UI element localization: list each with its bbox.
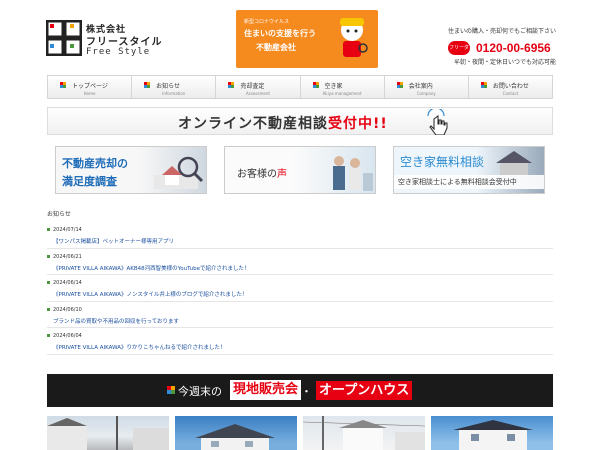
news-item: 2024/07/14 【ワンパス掲載店】ペットオーナー様専用アプリ — [47, 222, 553, 249]
nav-square-icon — [60, 82, 66, 88]
covid-banner-line1: 新型コロナウイルス — [244, 19, 290, 25]
akiya-free-consult-banner[interactable]: 空き家無料相談 空き家相談士による無料相談会受付中 — [393, 146, 545, 194]
nav-label-en: Assessment — [245, 91, 270, 96]
contact-tagline: 住まいの購入・売却何でもご相談下さい — [447, 28, 556, 35]
nav-label-jp: トップページ — [72, 83, 108, 90]
nav-label-jp: 空き家 — [324, 83, 343, 90]
feature-banners: 不動産売却の 満足度調査 お客様の声 空き家無料相談 空き家相談士による無料相談… — [55, 146, 545, 196]
property-photo[interactable] — [47, 416, 169, 450]
house-photo-icon — [303, 416, 425, 450]
nav-square-icon — [396, 82, 403, 88]
open-house-this-weekend: 今週末の — [178, 385, 222, 398]
house-photo-icon — [195, 424, 275, 450]
online-banner-text: オンライン不動産相談受付中!! — [178, 113, 388, 133]
online-banner-main: オンライン不動産相談 — [178, 116, 328, 132]
nav-label-jp: お問い合わせ — [492, 83, 529, 90]
mascot-character-icon — [340, 18, 368, 57]
open-house-onsite-sale: 現地販売会 — [230, 380, 302, 400]
open-house-label: オープンハウス — [316, 381, 413, 400]
akiya-house-icon — [496, 151, 532, 177]
logo-mark-icon — [46, 20, 82, 56]
akiya-banner-title: 空き家無料相談 — [400, 155, 485, 169]
online-banner-red: 受付中!! — [328, 116, 388, 132]
customer-voice-red: 声 — [277, 169, 287, 180]
survey-banner-line1: 不動産売却の — [62, 157, 128, 170]
nav-item-akiya[interactable]: 空き家 Akiya management — [301, 76, 385, 98]
survey-banner-line2: 満足度調査 — [62, 175, 117, 188]
news-date: 2024/06/04 — [47, 333, 82, 339]
nav-item-assessment[interactable]: 売却査定 Assessment — [216, 76, 301, 98]
nav-label-en: Company — [416, 91, 436, 96]
house-photo-icon — [453, 420, 533, 450]
news-heading: お知らせ — [47, 211, 71, 218]
nav-label-en: Contact — [502, 91, 519, 96]
covid-banner-line3: 不動産会社 — [256, 43, 296, 52]
nav-label-en: Home — [83, 91, 96, 96]
open-house-banner[interactable]: 今週末の 現地販売会 ・ オープンハウス — [47, 374, 553, 407]
news-link[interactable]: 【ワンパス掲載店】ペットオーナー様専用アプリ — [53, 237, 174, 245]
news-date: 2024/07/14 — [47, 227, 82, 233]
customer-voice-pre: お客様の — [237, 169, 277, 180]
nav-item-information[interactable]: お知らせ Information — [132, 76, 217, 98]
property-photo[interactable] — [303, 416, 425, 450]
news-date: 2024/06/10 — [47, 306, 82, 313]
magnifier-house-icon — [154, 156, 204, 189]
news-item: 2024/06/14 《PRIVATE VILLA AIKAWA》ノンスタイル井… — [47, 275, 553, 302]
covid-banner-line2: 住まいの支援を行う — [244, 29, 316, 38]
news-date: 2024/06/14 — [47, 280, 82, 286]
pointing-hand-icon — [427, 109, 448, 135]
customer-voice-text: お客様の声 — [237, 165, 287, 180]
house-photo-icon — [47, 416, 169, 450]
customer-voice-banner[interactable]: お客様の声 — [224, 146, 376, 194]
nav-item-home[interactable]: トップページ Home — [48, 76, 133, 98]
news-item: 2024/06/21 《PRIVATE VILLA AIKAWA》AKB48河西… — [47, 249, 553, 275]
online-consultation-banner[interactable]: オンライン不動産相談受付中!! — [47, 107, 553, 135]
nav-item-company[interactable]: 会社案内 Company — [385, 76, 469, 98]
nav-item-contact[interactable]: お問い合わせ Contact — [469, 76, 552, 98]
open-house-square-icon — [167, 386, 175, 394]
covid-support-banner[interactable]: 新型コロナウイルス 住まいの支援を行う 不動産会社 — [236, 10, 378, 68]
nav-label-jp: お知らせ — [156, 83, 181, 90]
news-link[interactable]: 《PRIVATE VILLA AIKAWA》AKB48河西智美様のYouTube… — [53, 264, 250, 272]
phone-row[interactable]: フリーダイヤル 0120-00-6956 — [446, 39, 556, 65]
property-photo[interactable] — [431, 416, 553, 450]
free-dial-icon: フリーダイヤル — [448, 41, 470, 65]
property-photo[interactable] — [175, 416, 297, 450]
akiya-banner-subtitle: 空き家相談士による無料相談会受付中 — [398, 178, 517, 186]
news-date: 2024/06/21 — [47, 253, 82, 260]
news-link[interactable]: 《PRIVATE VILLA AIKAWA》ノンスタイル井上様のブログで紹介され… — [53, 290, 247, 298]
phone-number[interactable]: 0120-00-6956 — [476, 41, 551, 55]
nav-label-en: Akiya management — [322, 91, 362, 96]
open-house-separator: ・ — [301, 385, 312, 398]
news-link[interactable]: ブランド品の買取や不用品の回収を行っております — [53, 317, 179, 325]
nav-square-icon — [312, 82, 319, 88]
nav-square-icon — [480, 82, 487, 88]
company-logo[interactable]: 株式会社 フリースタイル Free Style — [46, 18, 176, 60]
property-photos — [47, 416, 553, 450]
news-list: 2024/07/14 【ワンパス掲載店】ペットオーナー様専用アプリ 2024/0… — [47, 222, 553, 355]
nav-label-en: Information — [162, 91, 186, 96]
global-nav: トップページ Home お知らせ Information 売却査定 Assess… — [47, 75, 553, 99]
logo-brand-en: Free Style — [86, 47, 151, 57]
nav-label-jp: 売却査定 — [240, 83, 265, 90]
nav-label-jp: 会社案内 — [408, 83, 433, 90]
nav-square-icon — [228, 82, 235, 88]
customers-photo-icon — [333, 156, 373, 191]
contact-box: 住まいの購入・売却何でもご相談下さい フリーダイヤル 0120-00-6956 … — [446, 26, 556, 66]
news-item: 2024/06/04 《PRIVATE VILLA AIKAWA》りかりこちゃん… — [47, 328, 553, 355]
satisfaction-survey-banner[interactable]: 不動産売却の 満足度調査 — [55, 146, 207, 194]
news-item: 2024/06/10 ブランド品の買取や不用品の回収を行っております — [47, 302, 553, 328]
nav-square-icon — [144, 82, 151, 88]
site-header: 株式会社 フリースタイル Free Style 新型コロナウイルス 住まいの支援… — [0, 0, 600, 74]
news-link[interactable]: 《PRIVATE VILLA AIKAWA》りかりこちゃんねるで紹介されました！ — [53, 343, 226, 351]
logo-company-name: フリースタイル — [86, 37, 163, 48]
